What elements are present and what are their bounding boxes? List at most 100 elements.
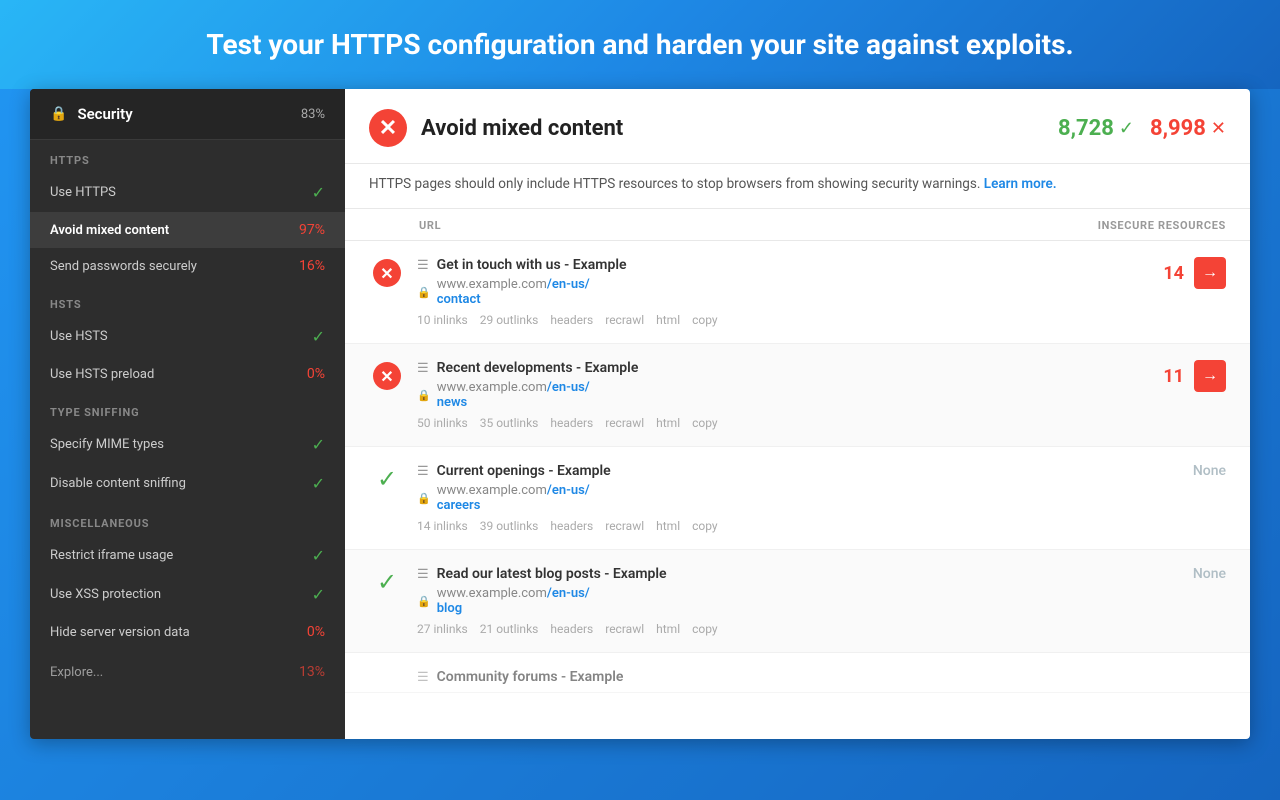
table-row: ✓ ☰ Current openings - Example 🔒 www.exa… [345, 447, 1250, 550]
navigate-button[interactable]: → [1194, 360, 1226, 392]
sidebar-header: 🔒 Security 83% [30, 89, 345, 140]
url-base: www.example.com [437, 380, 547, 395]
row-page-title: ☰ Community forums - Example [417, 669, 1226, 685]
section-label-https: HTTPS [30, 140, 345, 173]
sidebar-item-use-xss-protection[interactable]: Use XSS protection ✓ [30, 575, 345, 614]
meta-copy[interactable]: copy [692, 313, 717, 327]
row-url: 🔒 www.example.com/en-us/contact [417, 277, 1146, 307]
insecure-count: 11 [1163, 366, 1184, 387]
row-page-title: ☰ Read our latest blog posts - Example [417, 566, 1146, 582]
pass-count: 8,728 [1058, 116, 1114, 141]
sidebar-item-label: Use HTTPS [50, 185, 116, 200]
meta-copy[interactable]: copy [692, 416, 717, 430]
sidebar-item-disable-content-sniffing[interactable]: Disable content sniffing ✓ [30, 464, 345, 503]
none-text: None [1193, 566, 1226, 582]
check-icon: ✓ [312, 327, 325, 346]
check-circle-icon: ✓ [373, 568, 401, 596]
navigate-button[interactable]: → [1194, 257, 1226, 289]
sidebar-item-label: Hide server version data [50, 625, 190, 640]
banner-title: Test your HTTPS configuration and harden… [206, 28, 1073, 61]
meta-outlinks[interactable]: 35 outlinks [480, 416, 539, 430]
url-base: www.example.com [437, 277, 547, 292]
content-header-left: ✕ Avoid mixed content [369, 109, 623, 147]
url-base: www.example.com [437, 586, 547, 601]
meta-recrawl[interactable]: recrawl [605, 622, 644, 636]
url-text[interactable]: www.example.com/en-us/blog [437, 586, 590, 616]
page-title-text: Recent developments - Example [437, 360, 639, 376]
page-doc-icon: ☰ [417, 567, 429, 582]
sidebar-item-use-hsts[interactable]: Use HSTS ✓ [30, 317, 345, 356]
row-meta: 50 inlinks 35 outlinks headers recrawl h… [417, 416, 1146, 430]
pass-check-icon: ✓ [1119, 118, 1134, 139]
meta-outlinks[interactable]: 39 outlinks [480, 519, 539, 533]
meta-inlinks[interactable]: 50 inlinks [417, 416, 468, 430]
learn-more-link[interactable]: Learn more. [984, 176, 1057, 192]
meta-headers[interactable]: headers [550, 519, 593, 533]
row-content: ☰ Community forums - Example [417, 669, 1226, 689]
sidebar-item-explore[interactable]: Explore... 13% [30, 654, 345, 690]
main-container: 🔒 Security 83% HTTPS Use HTTPS ✓ Avoid m… [30, 89, 1250, 739]
row-page-title: ☰ Current openings - Example [417, 463, 1146, 479]
main-content-panel: ✕ Avoid mixed content 8,728 ✓ 8,998 ✕ HT… [345, 89, 1250, 739]
row-content: ☰ Recent developments - Example 🔒 www.ex… [417, 360, 1146, 430]
url-text[interactable]: www.example.com/en-us/careers [437, 483, 590, 513]
row-content: ☰ Current openings - Example 🔒 www.examp… [417, 463, 1146, 533]
description-text: HTTPS pages should only include HTTPS re… [369, 176, 980, 192]
sidebar-item-specify-mime-types[interactable]: Specify MIME types ✓ [30, 425, 345, 464]
meta-recrawl[interactable]: recrawl [605, 519, 644, 533]
sidebar-item-restrict-iframe[interactable]: Restrict iframe usage ✓ [30, 536, 345, 575]
pass-stat-group: 8,728 ✓ [1058, 116, 1134, 141]
meta-headers[interactable]: headers [550, 313, 593, 327]
page-doc-icon: ☰ [417, 361, 429, 376]
row-status-fail-icon: ✕ [369, 360, 405, 390]
meta-headers[interactable]: headers [550, 416, 593, 430]
row-page-title: ☰ Recent developments - Example [417, 360, 1146, 376]
meta-html[interactable]: html [656, 416, 680, 430]
meta-recrawl[interactable]: recrawl [605, 313, 644, 327]
sidebar-security-score: 83% [301, 107, 325, 122]
meta-inlinks[interactable]: 27 inlinks [417, 622, 468, 636]
meta-outlinks[interactable]: 21 outlinks [480, 622, 539, 636]
sidebar-item-label: Avoid mixed content [50, 223, 169, 238]
meta-html[interactable]: html [656, 313, 680, 327]
page-doc-icon: ☰ [417, 670, 429, 685]
meta-html[interactable]: html [656, 622, 680, 636]
row-status-pass-icon: ✓ [369, 566, 405, 596]
page-title-text: Get in touch with us - Example [437, 257, 627, 273]
meta-inlinks[interactable]: 10 inlinks [417, 313, 468, 327]
page-doc-icon: ☰ [417, 464, 429, 479]
table-row: ✓ ☰ Read our latest blog posts - Example… [345, 550, 1250, 653]
sidebar-item-label: Disable content sniffing [50, 476, 186, 491]
none-text: None [1193, 463, 1226, 479]
sidebar-item-hide-server-version[interactable]: Hide server version data 0% [30, 614, 345, 650]
sidebar-security-title: Security [77, 105, 132, 123]
sidebar-item-label: Explore... [50, 665, 103, 680]
sidebar-item-badge: 97% [299, 222, 325, 238]
lock-icon: 🔒 [50, 106, 67, 122]
sidebar-item-use-hsts-preload[interactable]: Use HSTS preload 0% [30, 356, 345, 392]
check-icon: ✓ [312, 435, 325, 454]
row-content: ☰ Read our latest blog posts - Example 🔒… [417, 566, 1146, 636]
row-page-title: ☰ Get in touch with us - Example [417, 257, 1146, 273]
table-row: ☰ Community forums - Example [345, 653, 1250, 693]
meta-inlinks[interactable]: 14 inlinks [417, 519, 468, 533]
fail-x-icon: ✕ [1211, 118, 1226, 139]
meta-outlinks[interactable]: 29 outlinks [480, 313, 539, 327]
meta-recrawl[interactable]: recrawl [605, 416, 644, 430]
meta-copy[interactable]: copy [692, 519, 717, 533]
error-circle-icon: ✕ [369, 109, 407, 147]
content-header-right: 8,728 ✓ 8,998 ✕ [1058, 116, 1226, 141]
row-status-fail-icon: ✕ [369, 257, 405, 287]
row-url: 🔒 www.example.com/en-us/blog [417, 586, 1146, 616]
url-text[interactable]: www.example.com/en-us/news [437, 380, 590, 410]
sidebar-item-send-passwords[interactable]: Send passwords securely 16% [30, 248, 345, 284]
sidebar-item-label: Specify MIME types [50, 437, 164, 452]
meta-copy[interactable]: copy [692, 622, 717, 636]
sidebar-item-avoid-mixed-content[interactable]: Avoid mixed content 97% [30, 212, 345, 248]
meta-headers[interactable]: headers [550, 622, 593, 636]
meta-html[interactable]: html [656, 519, 680, 533]
sidebar-item-use-https[interactable]: Use HTTPS ✓ [30, 173, 345, 212]
content-header: ✕ Avoid mixed content 8,728 ✓ 8,998 ✕ [345, 89, 1250, 164]
url-text[interactable]: www.example.com/en-us/contact [437, 277, 590, 307]
sidebar: 🔒 Security 83% HTTPS Use HTTPS ✓ Avoid m… [30, 89, 345, 739]
